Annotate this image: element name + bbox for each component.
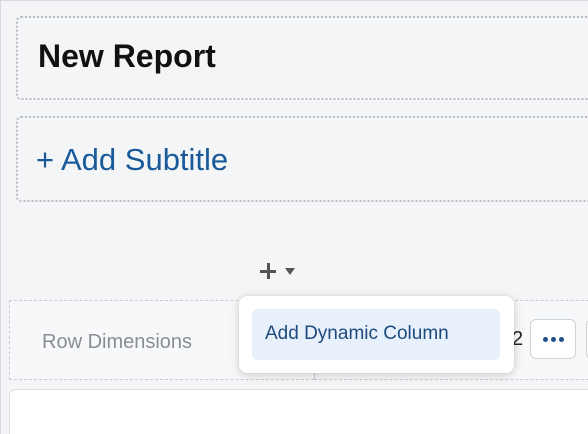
report-grid — [9, 389, 588, 434]
report-title[interactable]: New Report — [38, 38, 216, 75]
report-title-box[interactable]: New Report — [16, 16, 588, 100]
menu-item-label: Add Dynamic Column — [265, 323, 449, 344]
more-options-button[interactable] — [530, 319, 576, 359]
plus-icon[interactable] — [259, 262, 277, 280]
menu-item-add-dynamic-column[interactable]: Add Dynamic Column — [252, 309, 500, 360]
add-subtitle-box[interactable]: + Add Subtitle — [16, 116, 588, 202]
row-dimensions-label: Row Dimensions — [42, 331, 193, 353]
more-dots-icon — [558, 336, 564, 342]
more-dots-icon — [542, 336, 548, 342]
report-canvas: New Report + Add Subtitle Row Dimensions… — [0, 0, 588, 434]
add-subtitle-link[interactable]: + Add Subtitle — [36, 142, 228, 178]
more-dots-icon — [550, 336, 556, 342]
add-element-dropdown-menu: Add Dynamic Column — [239, 296, 514, 373]
caret-down-icon[interactable] — [285, 267, 295, 275]
add-element-control[interactable] — [259, 260, 295, 282]
